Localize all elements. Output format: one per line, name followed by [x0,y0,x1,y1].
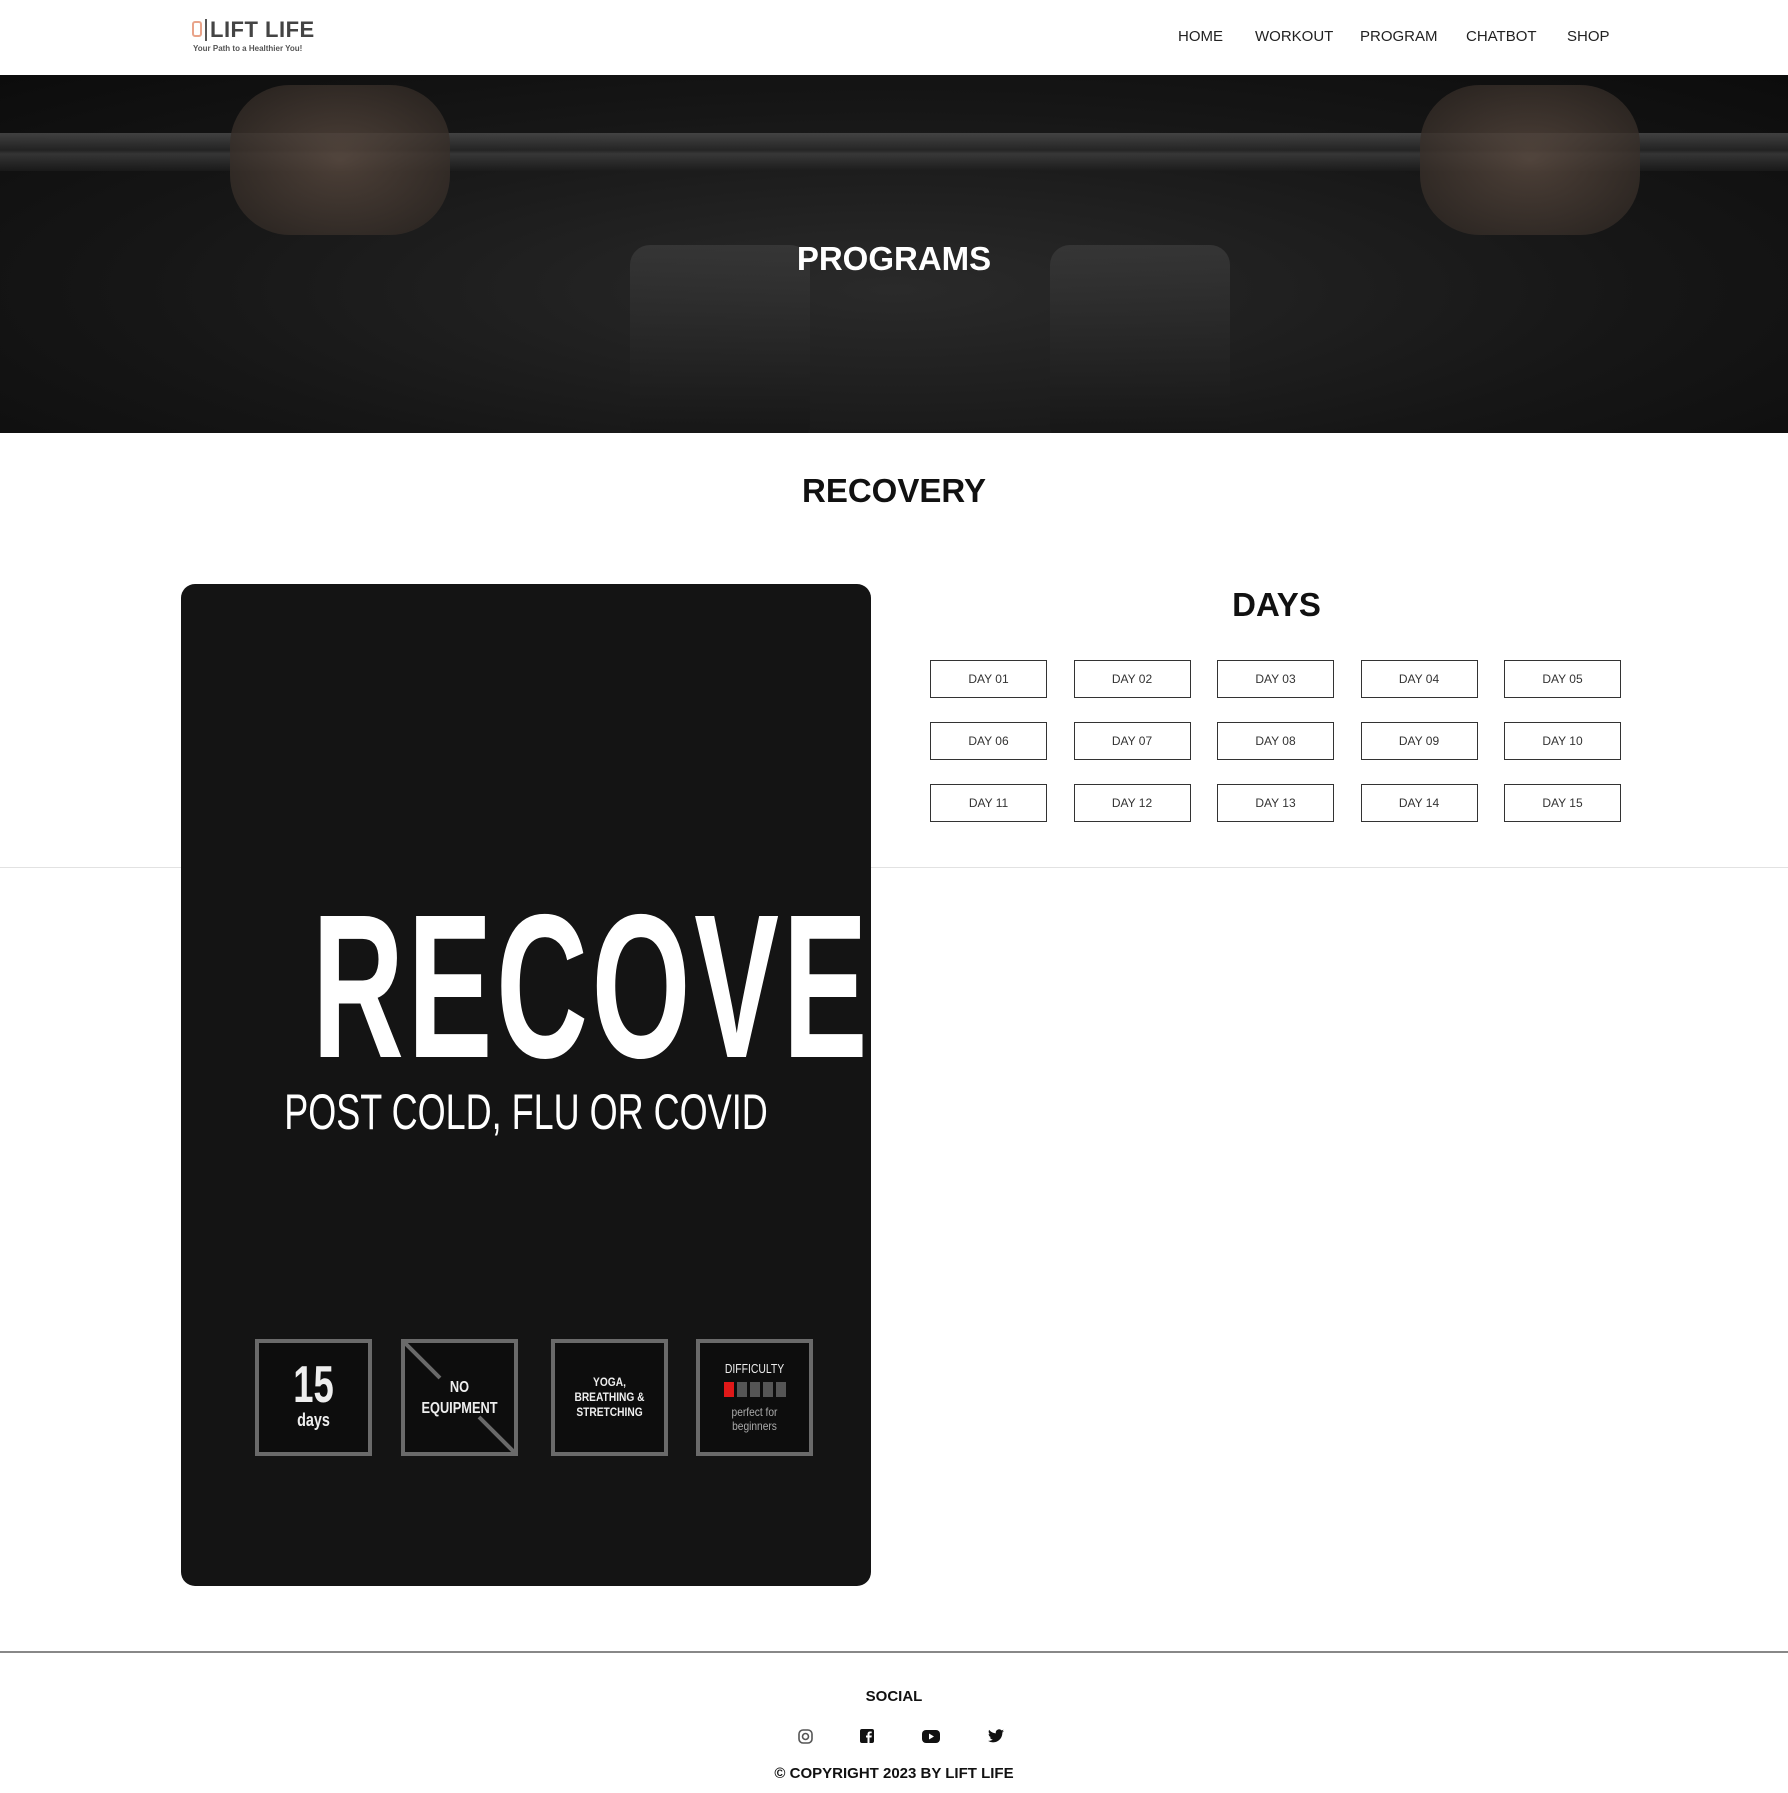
brand-tagline: Your Path to a Healthier You! [193,44,303,53]
day-button[interactable]: DAY 03 [1217,660,1334,698]
nav-workout[interactable]: WORKOUT [1255,28,1333,45]
day-button[interactable]: DAY 04 [1360,660,1478,698]
watch-icon [192,21,202,37]
footer-divider [0,1651,1788,1653]
youtube-icon[interactable] [922,1727,940,1745]
day-button[interactable]: DAY 13 [1217,784,1334,822]
program-title: RECOVERY [802,472,986,509]
copyright: © COPYRIGHT 2023 BY LIFT LIFE [774,1765,1014,1782]
type-badge: YOGA, BREATHING & STRETCHING [551,1339,668,1456]
day-button[interactable]: DAY 11 [930,784,1047,822]
day-button[interactable]: DAY 12 [1073,784,1191,822]
cover-headline: RECOVERY [312,872,1051,1101]
difficulty-segment [775,1382,786,1397]
hero-banner: PROGRAMS [0,75,1788,433]
difficulty-badge: DIFFICULTY perfect for beginners [696,1339,813,1456]
brand-logo[interactable]: LIFT LIFE Your Path to a Healthier You! [190,16,320,56]
day-button[interactable]: DAY 09 [1360,722,1478,760]
day-button[interactable]: DAY 06 [930,722,1047,760]
day-button[interactable]: DAY 02 [1073,660,1191,698]
day-button[interactable]: DAY 10 [1504,722,1621,760]
equipment-badge: NO EQUIPMENT [401,1339,518,1456]
day-button[interactable]: DAY 07 [1073,722,1191,760]
duration-number: 15 [293,1356,334,1414]
cover-subtitle: POST COLD, FLU OR COVID [284,1084,768,1140]
facebook-icon[interactable] [858,1727,876,1745]
nav-shop[interactable]: SHOP [1567,28,1610,45]
nav-program[interactable]: PROGRAM [1360,28,1438,45]
difficulty-segment [736,1382,747,1397]
instagram-icon[interactable] [796,1727,814,1745]
difficulty-note: perfect for beginners [731,1405,778,1433]
hero-hand-image [1420,85,1640,235]
difficulty-segment [762,1382,773,1397]
social-heading: SOCIAL [865,1688,923,1705]
difficulty-label: DIFFICULTY [724,1361,785,1376]
hero-title: PROGRAMS [796,240,992,277]
twitter-icon[interactable] [987,1727,1005,1745]
day-button[interactable]: DAY 05 [1504,660,1621,698]
type-text: YOGA, BREATHING & STRETCHING [574,1375,645,1419]
hero-hand-image [230,85,450,235]
equipment-text: NO EQUIPMENT [421,1379,498,1417]
day-button[interactable]: DAY 01 [930,660,1047,698]
logo-divider [205,19,207,41]
days-heading: DAYS [1232,586,1321,623]
difficulty-segment [723,1382,734,1397]
duration-unit: days [297,1410,330,1430]
day-button[interactable]: DAY 08 [1217,722,1334,760]
difficulty-segment [749,1382,760,1397]
day-button[interactable]: DAY 15 [1504,784,1621,822]
program-cover-image: RECOVERY POST COLD, FLU OR COVID 15 days… [181,584,1051,1586]
brand-name: LIFT LIFE [210,17,315,42]
nav-chatbot[interactable]: CHATBOT [1466,28,1537,45]
nav-home[interactable]: HOME [1178,28,1223,45]
duration-badge: 15 days [255,1339,372,1456]
day-button[interactable]: DAY 14 [1360,784,1478,822]
top-nav: LIFT LIFE Your Path to a Healthier You! … [0,0,1788,75]
difficulty-meter [700,1382,809,1397]
